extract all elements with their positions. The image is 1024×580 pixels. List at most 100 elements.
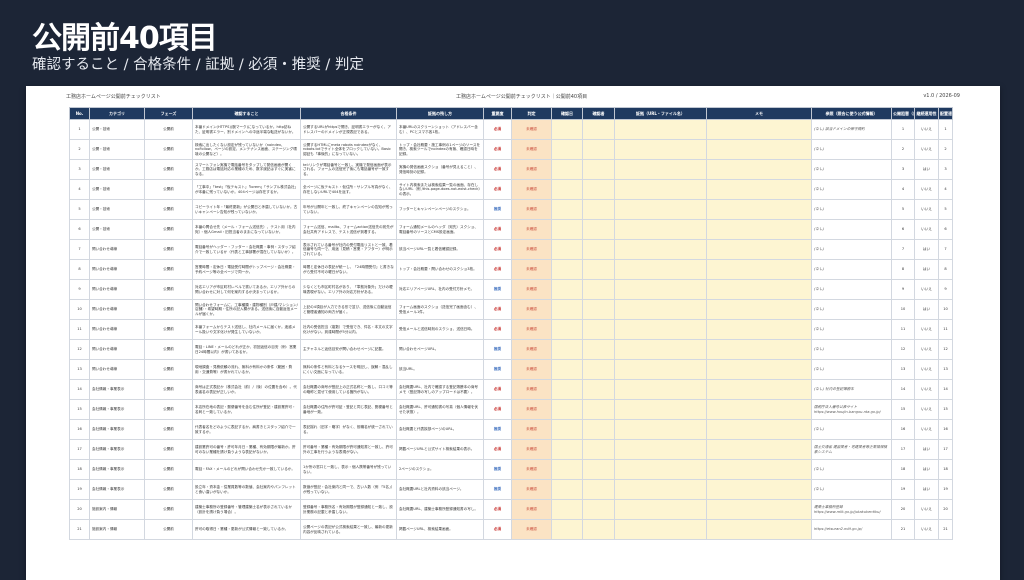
cell-memo[interactable] — [706, 439, 812, 460]
cell-judgement[interactable]: 未確認 — [511, 399, 552, 420]
cell-memo[interactable] — [706, 519, 812, 540]
cell-evidence-url[interactable] — [614, 179, 707, 200]
cell-checker[interactable] — [582, 299, 615, 320]
cell-memo[interactable] — [706, 299, 812, 320]
cell-judgement[interactable]: 未確認 — [511, 279, 552, 300]
cell-memo[interactable] — [706, 339, 812, 360]
cell-checker[interactable] — [582, 119, 615, 140]
cell-evidence-url[interactable] — [614, 239, 707, 260]
cell-judgement[interactable]: 未確認 — [511, 499, 552, 520]
cell-evidence-url[interactable] — [614, 139, 707, 160]
cell-evidence-url[interactable] — [614, 279, 707, 300]
cell-checker[interactable] — [582, 419, 615, 440]
cell-memo[interactable] — [706, 319, 812, 340]
cell-evidence-url[interactable] — [614, 399, 707, 420]
cell-memo[interactable] — [706, 479, 812, 500]
cell-checker[interactable] — [582, 319, 615, 340]
cell-judgement[interactable]: 未確認 — [511, 439, 552, 460]
cell-checker[interactable] — [582, 139, 615, 160]
cell-checker[interactable] — [582, 399, 615, 420]
cell-evidence-url[interactable] — [614, 219, 707, 240]
cell-judgement[interactable]: 未確認 — [511, 219, 552, 240]
cell-checker[interactable] — [582, 179, 615, 200]
cell-date[interactable] — [551, 379, 583, 400]
cell-evidence-url[interactable] — [614, 499, 707, 520]
cell-checker[interactable] — [582, 239, 615, 260]
cell-judgement[interactable]: 未確認 — [511, 139, 552, 160]
cell-evidence-url[interactable] — [614, 379, 707, 400]
cell-evidence-url[interactable] — [614, 199, 707, 220]
cell-checker[interactable] — [582, 339, 615, 360]
cell-judgement[interactable]: 未確認 — [511, 479, 552, 500]
cell-date[interactable] — [551, 239, 583, 260]
cell-evidence-url[interactable] — [614, 259, 707, 280]
cell-checker[interactable] — [582, 439, 615, 460]
cell-memo[interactable] — [706, 139, 812, 160]
cell-date[interactable] — [551, 299, 583, 320]
cell-judgement[interactable]: 未確認 — [511, 299, 552, 320]
cell-memo[interactable] — [706, 259, 812, 280]
cell-judgement[interactable]: 未確認 — [511, 379, 552, 400]
cell-memo[interactable] — [706, 459, 812, 480]
cell-date[interactable] — [551, 219, 583, 240]
cell-judgement[interactable]: 未確認 — [511, 359, 552, 380]
cell-checker[interactable] — [582, 279, 615, 300]
cell-checker[interactable] — [582, 259, 615, 280]
cell-memo[interactable] — [706, 179, 812, 200]
cell-checker[interactable] — [582, 519, 615, 540]
cell-checker[interactable] — [582, 219, 615, 240]
cell-memo[interactable] — [706, 399, 812, 420]
cell-date[interactable] — [551, 439, 583, 460]
cell-memo[interactable] — [706, 219, 812, 240]
cell-evidence-url[interactable] — [614, 439, 707, 460]
cell-judgement[interactable]: 未確認 — [511, 119, 552, 140]
cell-date[interactable] — [551, 519, 583, 540]
cell-memo[interactable] — [706, 199, 812, 220]
cell-evidence-url[interactable] — [614, 119, 707, 140]
cell-date[interactable] — [551, 319, 583, 340]
cell-checker[interactable] — [582, 379, 615, 400]
cell-date[interactable] — [551, 359, 583, 380]
cell-evidence-url[interactable] — [614, 419, 707, 440]
cell-memo[interactable] — [706, 159, 812, 180]
cell-date[interactable] — [551, 159, 583, 180]
cell-date[interactable] — [551, 119, 583, 140]
cell-date[interactable] — [551, 459, 583, 480]
cell-date[interactable] — [551, 479, 583, 500]
cell-memo[interactable] — [706, 279, 812, 300]
cell-judgement[interactable]: 未確認 — [511, 339, 552, 360]
cell-date[interactable] — [551, 499, 583, 520]
cell-memo[interactable] — [706, 419, 812, 440]
cell-evidence-url[interactable] — [614, 359, 707, 380]
cell-judgement[interactable]: 未確認 — [511, 159, 552, 180]
cell-judgement[interactable]: 未確認 — [511, 239, 552, 260]
cell-checker[interactable] — [582, 499, 615, 520]
cell-judgement[interactable]: 未確認 — [511, 199, 552, 220]
cell-date[interactable] — [551, 139, 583, 160]
cell-evidence-url[interactable] — [614, 519, 707, 540]
cell-evidence-url[interactable] — [614, 339, 707, 360]
cell-date[interactable] — [551, 199, 583, 220]
cell-memo[interactable] — [706, 379, 812, 400]
cell-date[interactable] — [551, 179, 583, 200]
cell-judgement[interactable]: 未確認 — [511, 459, 552, 480]
cell-checker[interactable] — [582, 199, 615, 220]
cell-memo[interactable] — [706, 359, 812, 380]
cell-memo[interactable] — [706, 239, 812, 260]
cell-date[interactable] — [551, 419, 583, 440]
cell-checker[interactable] — [582, 359, 615, 380]
cell-checker[interactable] — [582, 459, 615, 480]
cell-judgement[interactable]: 未確認 — [511, 259, 552, 280]
cell-judgement[interactable]: 未確認 — [511, 179, 552, 200]
cell-date[interactable] — [551, 399, 583, 420]
cell-judgement[interactable]: 未確認 — [511, 419, 552, 440]
cell-checker[interactable] — [582, 479, 615, 500]
cell-evidence-url[interactable] — [614, 299, 707, 320]
cell-checker[interactable] — [582, 159, 615, 180]
cell-date[interactable] — [551, 279, 583, 300]
cell-memo[interactable] — [706, 119, 812, 140]
cell-evidence-url[interactable] — [614, 319, 707, 340]
cell-judgement[interactable]: 未確認 — [511, 319, 552, 340]
cell-judgement[interactable]: 未確認 — [511, 519, 552, 540]
cell-evidence-url[interactable] — [614, 159, 707, 180]
